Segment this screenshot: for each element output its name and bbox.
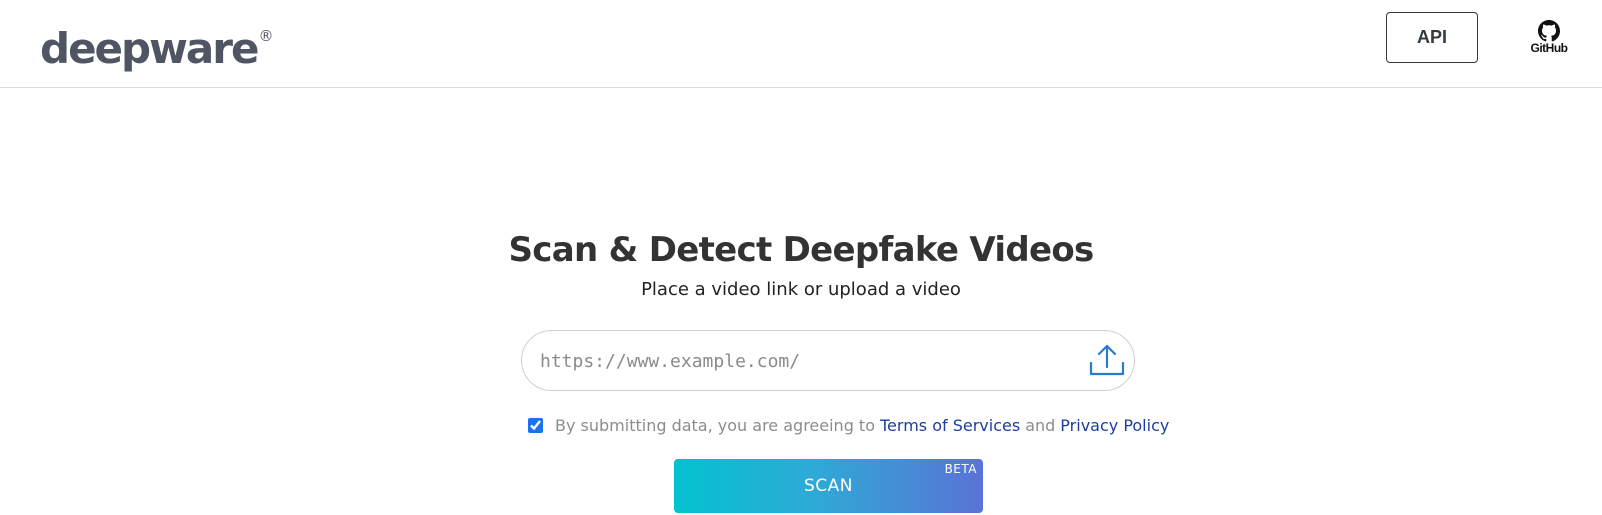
video-url-input[interactable] <box>540 341 1060 381</box>
agreement-text: By submitting data, you are agreeing to <box>555 415 875 435</box>
agreement-and-text: and <box>1025 415 1056 435</box>
scan-button[interactable]: SCAN BETA <box>674 459 983 513</box>
scan-button-label: SCAN <box>803 476 853 496</box>
page-title: Scan & Detect Deepfake Videos <box>508 230 1094 270</box>
agreement-row: By submitting data, you are agreeing to … <box>528 412 1169 438</box>
privacy-policy-link[interactable]: Privacy Policy <box>1060 416 1169 435</box>
terms-of-services-link[interactable]: Terms of Services <box>880 416 1020 435</box>
api-button-label: API <box>1416 27 1447 47</box>
registered-mark: ® <box>258 27 274 45</box>
site-header: deepware® API GitHub <box>0 0 1602 88</box>
video-url-field <box>521 330 1135 391</box>
deepware-logo[interactable]: deepware® <box>40 6 273 79</box>
api-button[interactable]: API <box>1386 12 1478 63</box>
github-link[interactable]: GitHub <box>1526 20 1572 60</box>
github-label: GitHub <box>1530 41 1569 55</box>
upload-icon[interactable] <box>1088 343 1126 379</box>
github-icon <box>1538 20 1560 42</box>
agreement-checkbox[interactable] <box>528 417 543 433</box>
beta-badge: BETA <box>944 462 977 476</box>
page-subtitle: Place a video link or upload a video <box>641 279 961 300</box>
logo-text: deepware <box>40 24 259 73</box>
